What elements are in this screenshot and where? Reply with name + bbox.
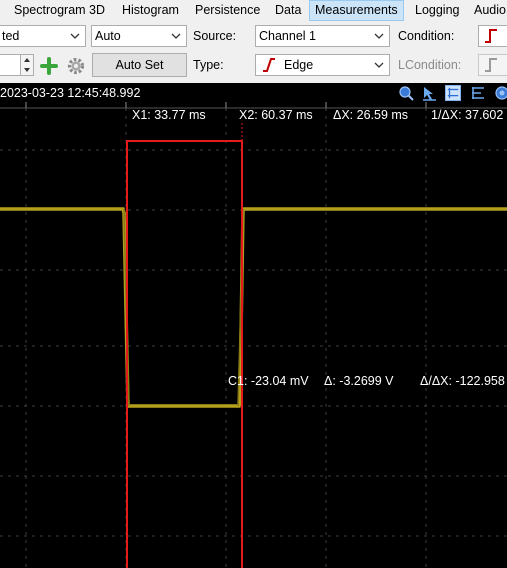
vertical-cursor-icon[interactable] bbox=[470, 85, 486, 101]
edge-trigger-icon bbox=[263, 58, 275, 72]
cursor-c1-readout: C1: -23.04 mV bbox=[228, 374, 309, 388]
waveform-plot bbox=[0, 102, 507, 568]
menu-persistence[interactable]: Persistence bbox=[190, 1, 265, 20]
menu-spectrogram-3d[interactable]: Spectrogram 3D bbox=[9, 1, 110, 20]
settings-gear-icon[interactable] bbox=[66, 56, 86, 76]
condition-select[interactable] bbox=[478, 25, 507, 47]
capture-timestamp: 2023-03-23 12:45:48.992 bbox=[0, 86, 141, 100]
auto-set-button[interactable]: Auto Set bbox=[92, 53, 187, 77]
source-label: Source: bbox=[193, 29, 237, 43]
delta-x-readout: ΔX: 26.59 ms bbox=[333, 108, 409, 122]
condition-label: Condition: bbox=[398, 29, 455, 43]
auto-select-value: Auto bbox=[95, 29, 121, 43]
lcondition-select[interactable] bbox=[478, 54, 507, 76]
menu-histogram[interactable]: Histogram bbox=[117, 1, 184, 20]
type-select-value: Edge bbox=[284, 58, 314, 72]
horizontal-cursor-icon[interactable] bbox=[445, 85, 461, 101]
spin-up-icon[interactable] bbox=[22, 56, 32, 64]
spin-down-icon[interactable] bbox=[22, 66, 32, 74]
measurements-toolbar: ted Auto Source: Channel 1 Condition: Au… bbox=[0, 21, 507, 83]
menu-bar: Spectrogram 3D Histogram Persistence Dat… bbox=[0, 0, 507, 22]
delta-voltage-readout: Δ: -3.2699 V bbox=[324, 374, 394, 388]
channel-1-trace-noise bbox=[123, 208, 244, 407]
delta-v-over-delta-x-readout: Δ/ΔX: -122.958 bbox=[420, 374, 505, 388]
add-icon[interactable] bbox=[40, 57, 58, 75]
cursor-x2-readout: X2: 60.37 ms bbox=[239, 108, 313, 122]
settings-icon[interactable] bbox=[494, 85, 507, 101]
spinbox-arrows[interactable] bbox=[20, 55, 33, 75]
auto-select[interactable]: Auto bbox=[91, 25, 187, 47]
value-spinbox[interactable] bbox=[0, 54, 34, 76]
inverse-delta-x-readout: 1/ΔX: 37.602 bbox=[431, 108, 504, 122]
source-select[interactable]: Channel 1 bbox=[255, 25, 390, 47]
cursor-tool-icon[interactable] bbox=[421, 85, 437, 101]
mode-select[interactable]: ted bbox=[0, 25, 86, 47]
menu-logging[interactable]: Logging bbox=[410, 1, 465, 20]
rising-edge-icon bbox=[485, 29, 497, 43]
grid-lines bbox=[0, 108, 507, 568]
type-select[interactable]: Edge bbox=[255, 54, 390, 76]
lcondition-label: LCondition: bbox=[398, 58, 462, 72]
menu-measurements[interactable]: Measurements bbox=[309, 0, 404, 21]
chevron-down-icon bbox=[171, 33, 181, 39]
source-select-value: Channel 1 bbox=[259, 29, 316, 43]
cursor-x1-readout: X1: 33.77 ms bbox=[132, 108, 206, 122]
lcondition-edge-icon bbox=[485, 58, 497, 72]
zoom-icon[interactable] bbox=[398, 85, 414, 101]
type-label: Type: bbox=[193, 58, 224, 72]
chevron-down-icon bbox=[70, 33, 80, 39]
menu-audio[interactable]: Audio bbox=[469, 1, 507, 20]
oscilloscope-display[interactable]: 2023-03-23 12:45:48.992 X1: 33.77 ms X2:… bbox=[0, 83, 507, 568]
chevron-down-icon bbox=[374, 33, 384, 39]
menu-data[interactable]: Data bbox=[270, 1, 306, 20]
mode-select-value: ted bbox=[2, 29, 20, 43]
chevron-down-icon bbox=[374, 62, 384, 68]
